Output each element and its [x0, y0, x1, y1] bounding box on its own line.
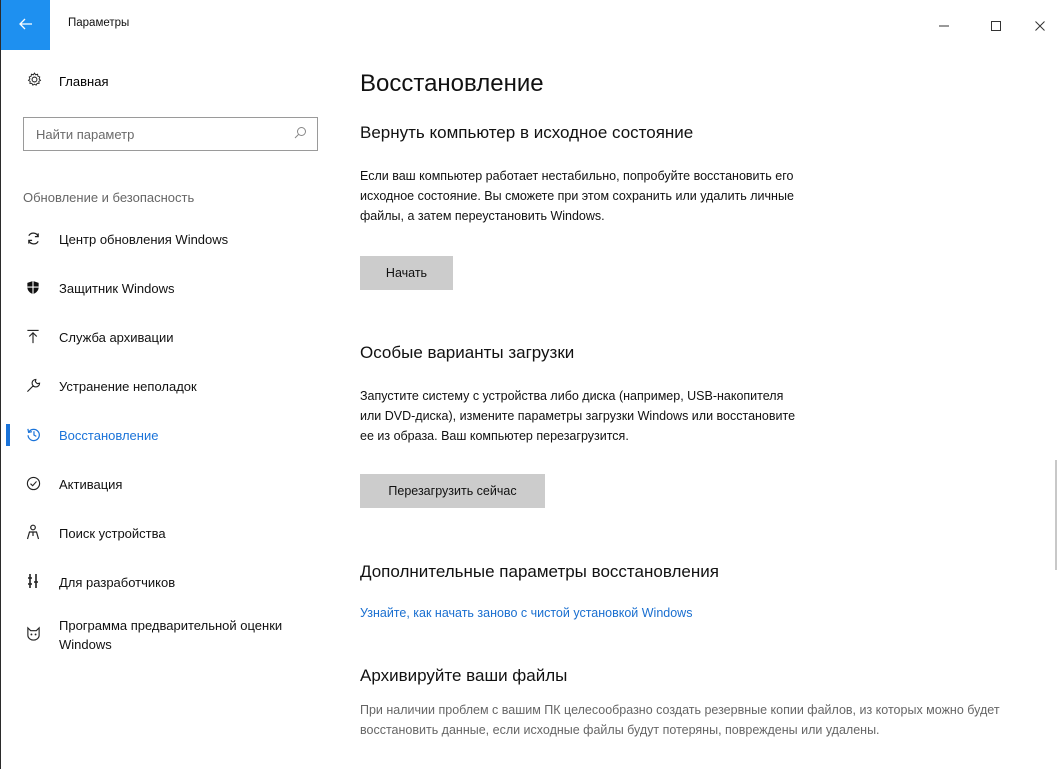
- backup-description: При наличии проблем с вашим ПК целесообр…: [360, 703, 1000, 737]
- shield-icon: [23, 280, 43, 298]
- gear-icon: [23, 72, 45, 90]
- back-arrow-icon: [18, 17, 33, 33]
- developer-tools-icon: [23, 573, 43, 592]
- reset-start-button[interactable]: Начать: [360, 256, 453, 290]
- check-circle-icon: [23, 476, 43, 494]
- sidebar-item-activation[interactable]: Активация: [1, 460, 341, 509]
- advanced-startup-heading: Особые варианты загрузки: [360, 343, 575, 362]
- sidebar-item-insider[interactable]: Программа предварительной оценки Windows: [1, 607, 341, 663]
- minimize-button[interactable]: [929, 13, 959, 39]
- sidebar-item-label: Активация: [59, 477, 123, 492]
- clean-install-link[interactable]: Узнайте, как начать заново с чистой уста…: [360, 606, 692, 620]
- recovery-history-icon: [23, 427, 43, 445]
- sidebar-item-find-device[interactable]: Поиск устройства: [1, 509, 341, 558]
- sidebar-item-label: Программа предварительной оценки Windows: [59, 618, 283, 652]
- sidebar-item-windows-update[interactable]: Центр обновления Windows: [1, 215, 341, 264]
- backup-heading: Архивируйте ваши файлы: [360, 666, 568, 685]
- page-title: Восстановление: [360, 70, 544, 97]
- scrollbar[interactable]: [1055, 460, 1057, 570]
- wrench-icon: [23, 378, 43, 396]
- sidebar-item-developers[interactable]: Для разработчиков: [1, 558, 341, 607]
- sidebar-item-label: Поиск устройства: [59, 526, 166, 541]
- sidebar-item-label: Служба архивации: [59, 330, 174, 345]
- find-device-person-icon: [23, 524, 43, 543]
- search-icon[interactable]: [294, 126, 307, 142]
- sidebar-item-backup[interactable]: Служба архивации: [1, 313, 341, 362]
- sidebar-home-label: Главная: [59, 73, 109, 89]
- sidebar-item-label: Восстановление: [59, 428, 159, 443]
- sidebar-item-troubleshoot[interactable]: Устранение неполадок: [1, 362, 341, 411]
- sidebar-section-label: Обновление и безопасность: [23, 190, 195, 205]
- back-button[interactable]: [1, 0, 50, 50]
- advanced-startup-description: Запустите систему с устройства либо диск…: [360, 389, 796, 443]
- search-box[interactable]: [23, 117, 318, 151]
- window-title: Параметры: [68, 17, 130, 29]
- search-input[interactable]: [34, 125, 278, 143]
- sidebar-home[interactable]: Главная: [23, 72, 108, 90]
- sidebar-item-recovery[interactable]: Восстановление: [1, 411, 341, 460]
- title-bar: Параметры: [1, 0, 1060, 50]
- sidebar-item-windows-defender[interactable]: Защитник Windows: [1, 264, 341, 313]
- more-options-heading: Дополнительные параметры восстановления: [360, 562, 719, 581]
- sidebar-item-label: Защитник Windows: [59, 281, 175, 296]
- sidebar: Главная Обновление и безопасность: [1, 50, 341, 769]
- close-button[interactable]: [1025, 13, 1055, 39]
- sync-icon: [23, 231, 43, 249]
- sidebar-nav: Центр обновления Windows Защитник Window…: [1, 215, 341, 663]
- reset-description: Если ваш компьютер работает нестабильно,…: [360, 169, 794, 223]
- sidebar-item-label: Устранение неполадок: [59, 379, 197, 394]
- sidebar-item-label: Центр обновления Windows: [59, 232, 229, 247]
- insider-cat-icon: [23, 626, 43, 644]
- restart-now-button[interactable]: Перезагрузить сейчас: [360, 474, 545, 508]
- maximize-button[interactable]: [981, 13, 1011, 39]
- reset-heading: Вернуть компьютер в исходное состояние: [360, 123, 694, 142]
- sidebar-item-label: Для разработчиков: [59, 575, 176, 590]
- backup-upload-icon: [23, 329, 43, 347]
- settings-window: Параметры Главная Найти параметр Обновле…: [0, 0, 1060, 769]
